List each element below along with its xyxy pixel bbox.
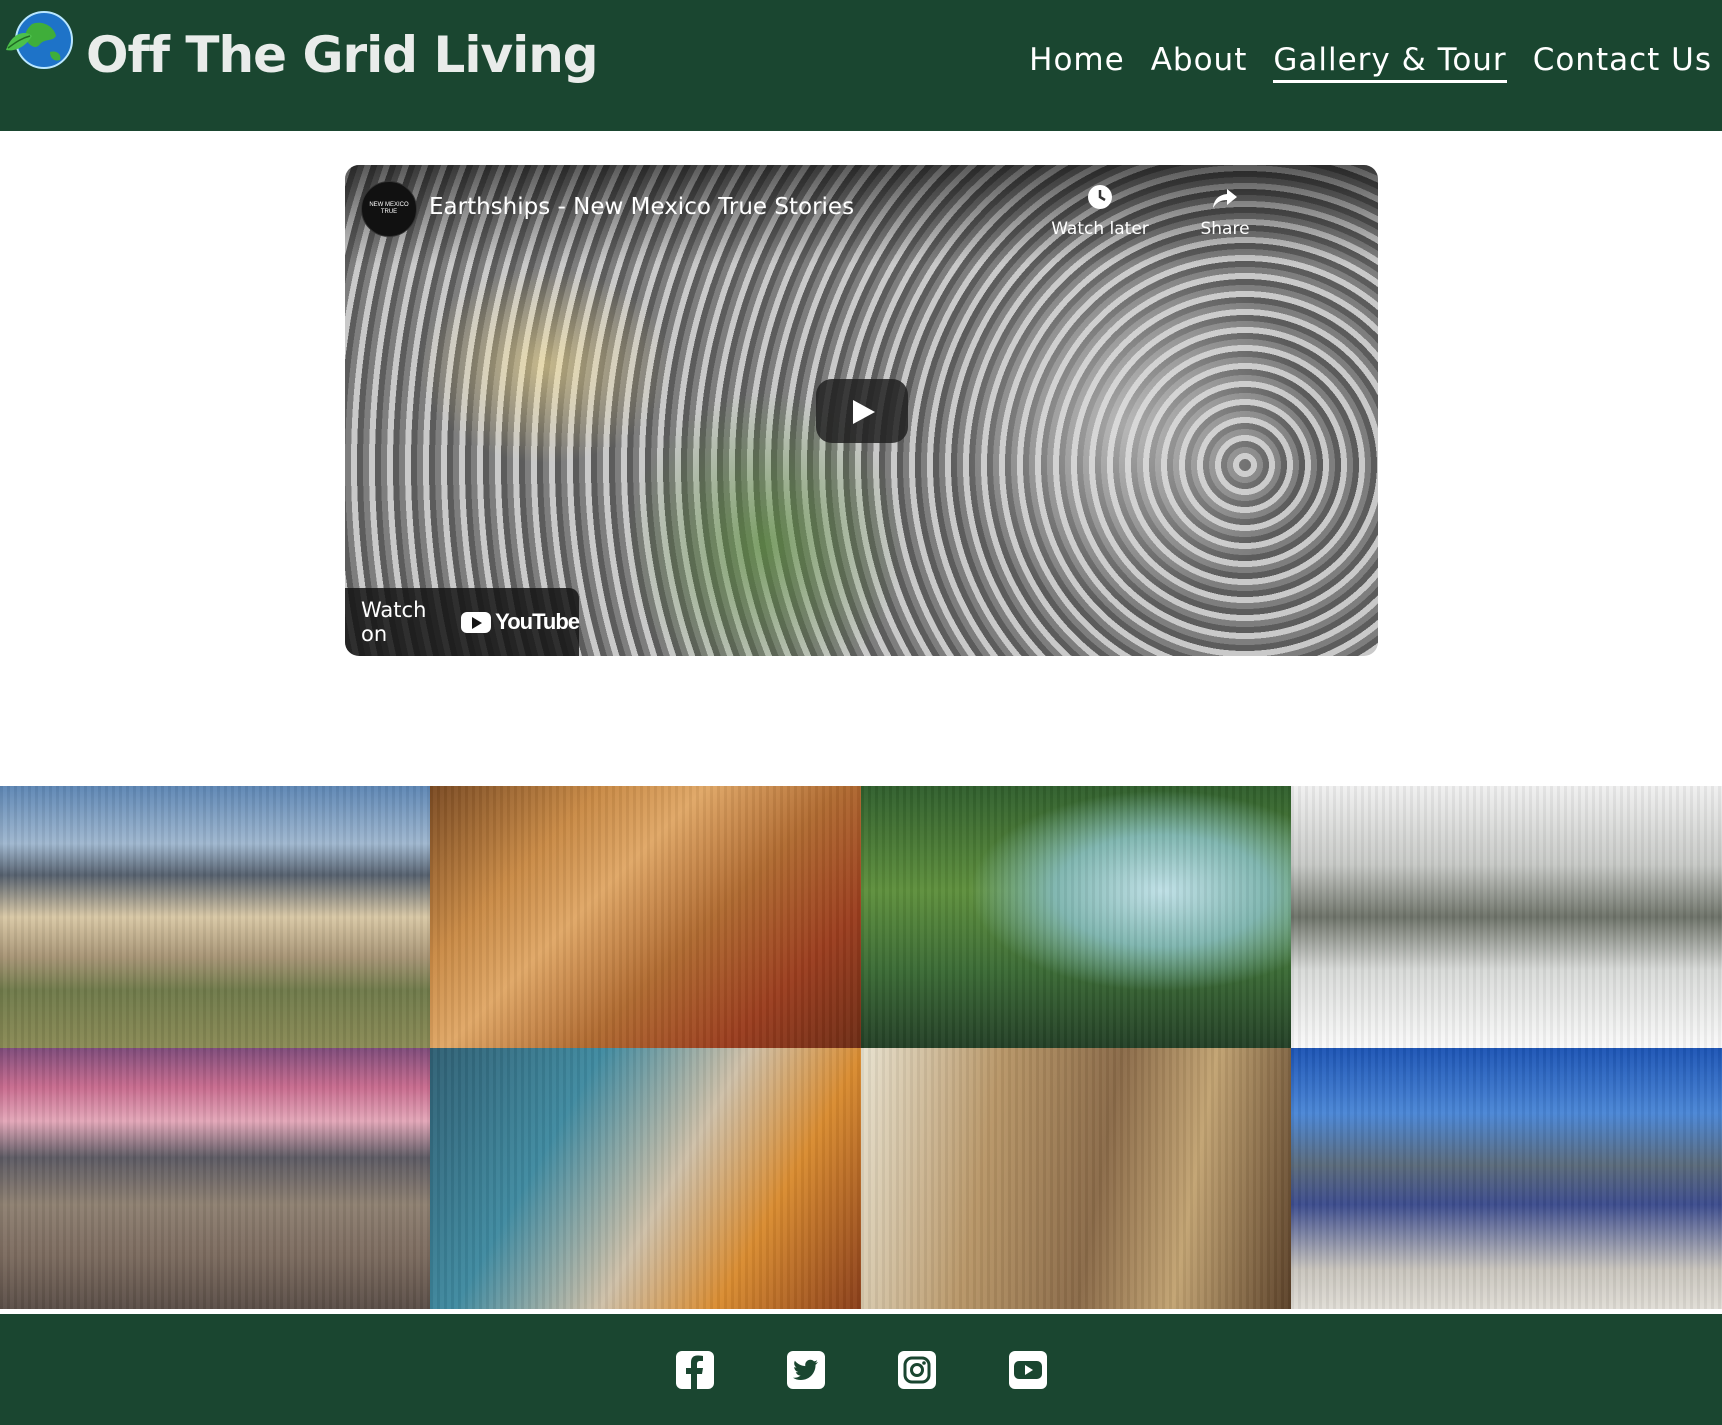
nav-gallery-tour[interactable]: Gallery & Tour (1273, 40, 1507, 83)
youtube-icon[interactable] (1008, 1350, 1048, 1390)
share-icon (1213, 189, 1237, 208)
instagram-icon[interactable] (897, 1350, 937, 1390)
nav-about[interactable]: About (1151, 40, 1248, 83)
watch-later-label: Watch later (1051, 219, 1149, 239)
nav-home[interactable]: Home (1029, 40, 1125, 83)
gallery-photo-earthship-dining-room[interactable] (861, 1048, 1291, 1309)
channel-avatar-text: NEW MEXICO TRUE (369, 202, 409, 215)
gallery-photo-earthship-bathroom[interactable] (430, 1048, 861, 1309)
play-icon[interactable] (816, 379, 908, 443)
share-label: Share (1200, 219, 1250, 239)
site-brand-title[interactable]: Off The Grid Living (86, 22, 599, 88)
watch-later-button[interactable]: Watch later (1045, 183, 1155, 239)
clock-icon (1088, 185, 1112, 209)
site-header: Off The Grid Living Home About Gallery &… (0, 0, 1722, 131)
gallery-photo-earthship-sunset-mesa[interactable] (0, 1048, 430, 1309)
gallery-photo-earthship-greenhouse-atrium[interactable] (861, 786, 1291, 1048)
gallery-photo-earthship-kitchen[interactable] (430, 786, 861, 1048)
facebook-icon[interactable] (675, 1350, 715, 1390)
share-button[interactable]: Share (1170, 183, 1280, 239)
twitter-icon[interactable] (786, 1350, 826, 1390)
gallery-photo-earthship-desert-mountains[interactable] (0, 786, 430, 1048)
globe-leaf-icon[interactable] (2, 2, 78, 78)
main-nav: Home About Gallery & Tour Contact Us (1029, 40, 1712, 83)
gallery-photo-earthship-solar-panels[interactable] (1291, 1048, 1722, 1309)
video-title[interactable]: Earthships - New Mexico True Stories (429, 194, 854, 220)
watch-on-youtube-button[interactable]: Watch on YouTube (345, 588, 580, 656)
youtube-play-logo-icon (461, 611, 492, 633)
watch-on-label: Watch on (361, 598, 427, 646)
youtube-wordmark: YouTube (495, 609, 580, 634)
site-footer (0, 1314, 1722, 1425)
youtube-logo: YouTube (461, 609, 580, 635)
gallery-photo-earthship-snow-forest[interactable] (1291, 786, 1722, 1048)
channel-avatar[interactable]: NEW MEXICO TRUE (361, 181, 417, 237)
nav-contact-us[interactable]: Contact Us (1533, 40, 1712, 83)
photo-gallery (0, 786, 1722, 1309)
video-embed[interactable]: NEW MEXICO TRUE Earthships - New Mexico … (345, 165, 1378, 656)
